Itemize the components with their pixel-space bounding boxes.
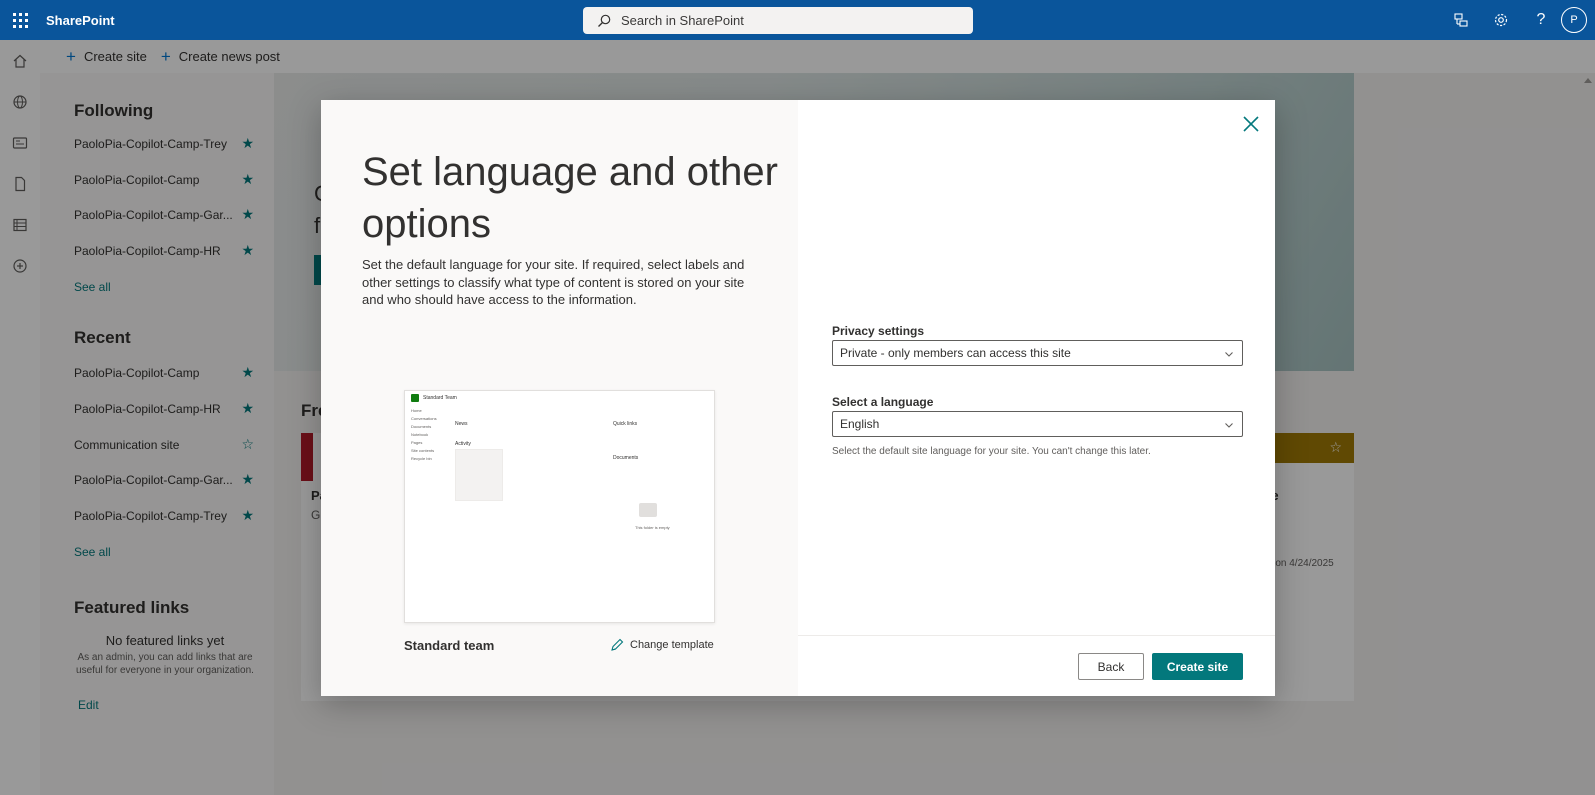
preview-empty-text: This folder is empty <box>635 525 670 530</box>
search-box[interactable]: Search in SharePoint <box>583 7 973 34</box>
back-button[interactable]: Back <box>1078 653 1144 680</box>
search-placeholder: Search in SharePoint <box>621 13 744 28</box>
create-site-dialog: Set language and other options Set the d… <box>321 100 1275 696</box>
preview-site-logo <box>411 394 419 402</box>
preview-nav-item: Documents <box>411 424 432 429</box>
create-site-button[interactable]: Create site <box>1152 653 1243 680</box>
help-icon[interactable]: ? <box>1521 0 1561 40</box>
preview-activity-card <box>455 449 503 501</box>
preview-nav-item: Site contents <box>411 448 435 453</box>
preview-nav-item: Conversations <box>411 416 437 421</box>
settings-gear-icon[interactable] <box>1481 0 1521 40</box>
language-value: English <box>840 417 880 431</box>
template-name: Standard team <box>404 638 495 653</box>
change-template-link[interactable]: Change template <box>610 638 714 652</box>
app-launcher-icon[interactable] <box>0 0 40 40</box>
footer-divider <box>798 635 1275 636</box>
preview-news-heading: News <box>455 421 468 427</box>
language-dropdown[interactable]: English <box>832 411 1243 437</box>
feedback-icon[interactable] <box>1441 0 1481 40</box>
language-label: Select a language <box>832 395 934 409</box>
preview-nav-item: Home <box>411 408 422 413</box>
close-icon[interactable] <box>1241 114 1261 134</box>
preview-site-title: Standard Team <box>423 395 457 401</box>
language-help-text: Select the default site language for you… <box>832 446 1151 457</box>
privacy-settings-value: Private - only members can access this s… <box>840 346 1071 360</box>
preview-documents-heading: Documents <box>613 455 639 461</box>
preview-nav-item: Pages <box>411 440 423 445</box>
chevron-down-icon <box>1225 423 1233 428</box>
brand-name[interactable]: SharePoint <box>46 13 115 28</box>
scroll-up-arrow-icon[interactable] <box>1584 78 1592 83</box>
template-preview: Standard Team Home Conversations Documen… <box>404 390 715 623</box>
privacy-settings-label: Privacy settings <box>832 324 925 338</box>
privacy-settings-dropdown[interactable]: Private - only members can access this s… <box>832 340 1243 366</box>
dialog-description: Set the default language for your site. … <box>362 257 745 307</box>
preview-nav-item: Recycle bin <box>411 456 432 461</box>
preview-nav-item: Notebook <box>411 432 429 437</box>
search-icon <box>598 14 611 27</box>
dialog-title: Set language and other options <box>362 150 778 246</box>
avatar[interactable]: P <box>1561 7 1587 33</box>
pencil-icon <box>611 638 624 651</box>
dialog-left-panel: Set language and other options Set the d… <box>321 100 798 696</box>
chevron-down-icon <box>1225 352 1233 357</box>
preview-folder-icon <box>639 503 657 517</box>
top-bar: SharePoint Search in SharePoint ? P <box>0 0 1595 40</box>
change-template-label: Change template <box>630 639 714 651</box>
preview-quick-links-heading: Quick links <box>613 421 638 427</box>
preview-activity-heading: Activity <box>455 441 471 447</box>
